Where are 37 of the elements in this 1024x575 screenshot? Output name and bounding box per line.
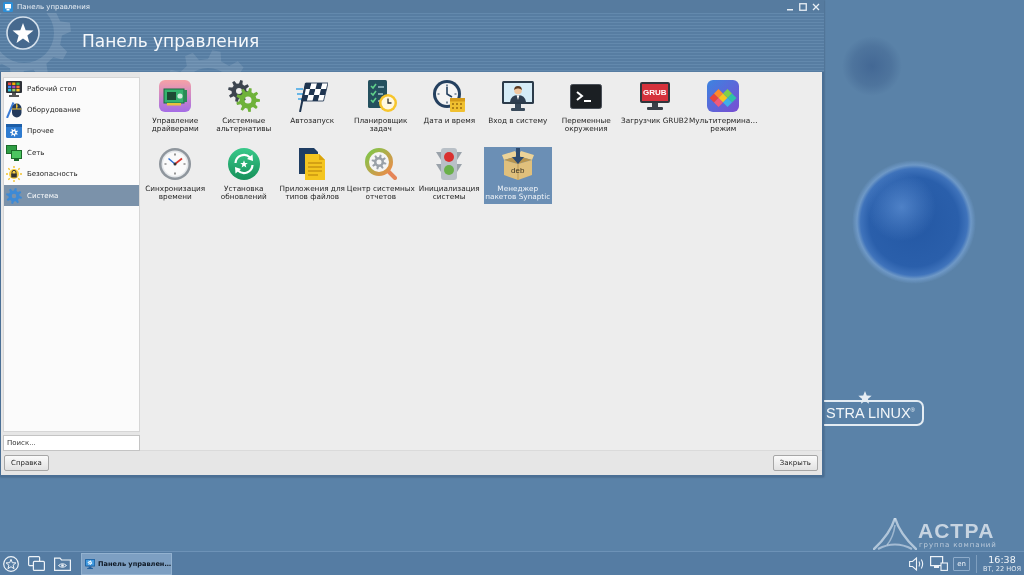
gear-icon (6, 187, 22, 204)
traffic-light-icon (436, 148, 463, 180)
header-title: Панель управления (82, 31, 260, 51)
refresh-icon (227, 148, 260, 180)
gears-icon (227, 80, 260, 112)
box-icon (501, 148, 534, 180)
close-icon[interactable] (812, 2, 820, 11)
maximize-icon[interactable] (799, 2, 807, 11)
monitors-icon (6, 144, 22, 161)
window-gear-icon (6, 123, 22, 140)
speaker-icon[interactable] (909, 556, 926, 571)
monitor-person-icon (501, 80, 534, 112)
mouse-icon (6, 102, 22, 119)
monitor-gear-icon (85, 556, 96, 571)
monitor-stand-icon (646, 103, 663, 110)
lock-icon (6, 166, 22, 183)
checkered-flag-icon (296, 80, 329, 112)
folder-icon[interactable] (54, 556, 71, 571)
monitor-icon (6, 80, 22, 97)
star-icon[interactable] (3, 555, 19, 572)
circuit-board-icon (159, 80, 192, 112)
gear-magnifier-icon (364, 148, 397, 180)
star-logo-icon (6, 16, 40, 50)
terminal-icon (570, 83, 603, 109)
clock-icon (159, 148, 192, 180)
windows-icon[interactable] (28, 556, 45, 571)
deb-label: deb (511, 167, 525, 175)
star-icon (858, 391, 872, 404)
brand-name: АСТРА (918, 521, 995, 541)
monitors-icon[interactable] (930, 556, 949, 571)
colored-tiles-icon (707, 80, 740, 112)
emblem-icon (873, 518, 917, 550)
clock-time: 16:38 (988, 554, 1016, 565)
monitor-screen: GRUB (639, 82, 670, 103)
app-icon (3, 1, 13, 12)
documents-icon (299, 148, 326, 180)
clock-calendar-icon (433, 80, 466, 112)
